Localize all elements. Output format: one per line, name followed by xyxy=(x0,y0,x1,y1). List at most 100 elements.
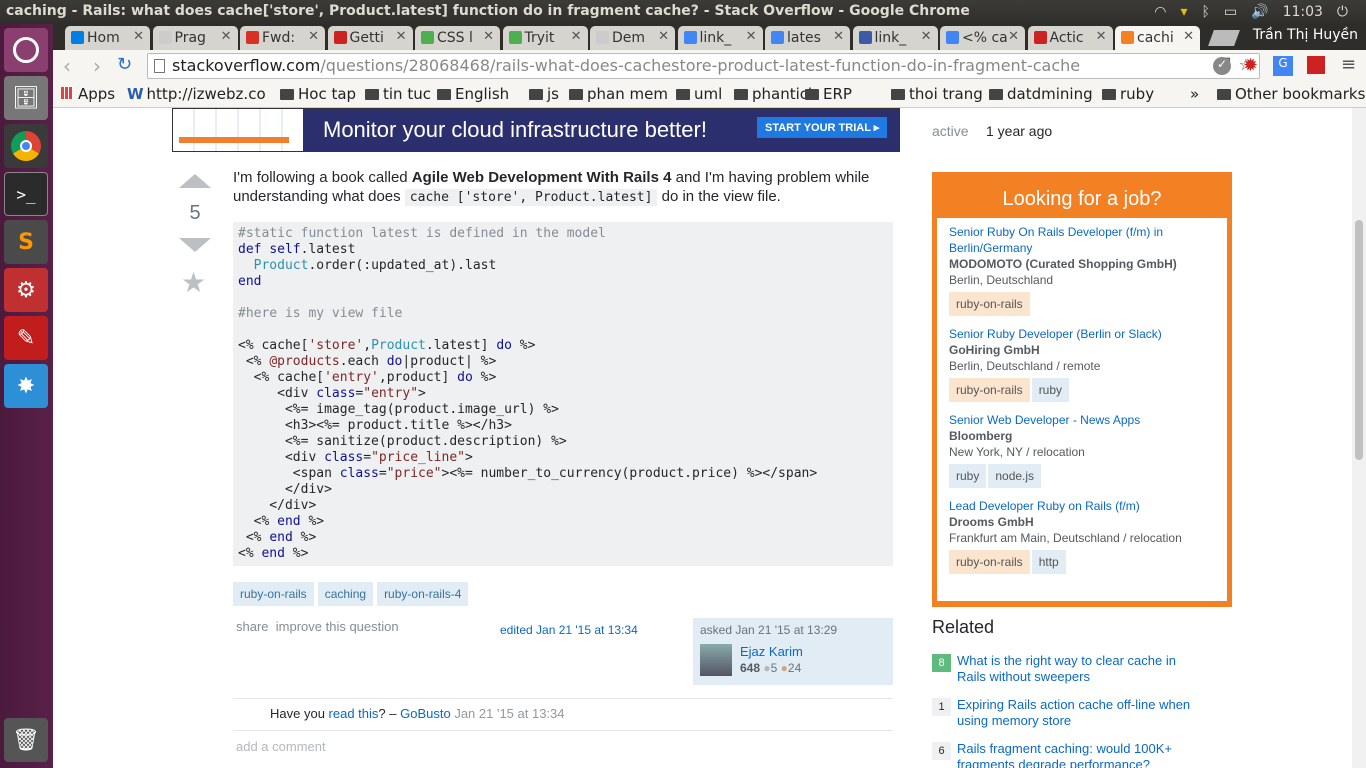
tab-4[interactable]: CSS l ✕ xyxy=(415,26,500,50)
network-icon[interactable]: ▾ xyxy=(1180,4,1187,20)
reload-icon[interactable]: ↻ xyxy=(117,54,132,75)
trash-icon[interactable]: 🗑 xyxy=(4,718,48,762)
job-title-link[interactable]: Lead Developer Ruby on Rails (f/m) xyxy=(949,498,1216,514)
tab-close-icon[interactable]: ✕ xyxy=(483,29,494,44)
app-icon[interactable]: ✸ xyxy=(4,364,48,408)
vote-up-button[interactable] xyxy=(179,174,211,188)
extension-check-icon[interactable]: ✓ xyxy=(1213,57,1231,75)
tag-ruby-on-rails[interactable]: ruby-on-rails xyxy=(233,582,314,606)
volume-icon[interactable]: 🔊 xyxy=(1251,4,1268,20)
tab-6[interactable]: Dem ✕ xyxy=(590,26,675,50)
tab-5[interactable]: Tryit ✕ xyxy=(502,26,588,50)
favorite-star-icon[interactable]: ★ xyxy=(181,266,206,299)
tab-7[interactable]: link_ ✕ xyxy=(677,26,763,50)
files-icon[interactable]: 🗄 xyxy=(4,76,48,120)
address-bar[interactable]: stackoverflow.com/questions/28068468/rai… xyxy=(147,53,1260,79)
ubuntu-dash-icon[interactable] xyxy=(4,28,48,72)
related-link[interactable]: Expiring Rails action cache off-line whe… xyxy=(957,697,1207,729)
bookmark-apps[interactable]: Apps xyxy=(61,85,115,103)
tab-close-icon[interactable]: ✕ xyxy=(1008,29,1019,44)
tab-9[interactable]: link_ ✕ xyxy=(852,26,938,50)
tab-close-icon[interactable]: ✕ xyxy=(308,29,319,44)
forward-icon[interactable]: › xyxy=(93,54,101,78)
tab-2[interactable]: Fwd: ✕ xyxy=(240,26,325,50)
translate-icon[interactable]: G xyxy=(1273,56,1293,76)
bookmark-folder[interactable]: ruby xyxy=(1102,85,1154,103)
extension-grid-icon[interactable] xyxy=(1307,56,1325,74)
tag-caching[interactable]: caching xyxy=(317,582,374,606)
comment-link[interactable]: read this xyxy=(329,706,379,721)
related-link[interactable]: Rails fragment caching: would 100K+ frag… xyxy=(957,741,1207,768)
bookmark-folder[interactable]: uml xyxy=(676,85,722,103)
tab-1[interactable]: Prag ✕ xyxy=(152,26,238,50)
back-icon[interactable]: ‹ xyxy=(63,54,71,78)
bookmark-folder[interactable]: tin tuc xyxy=(365,85,431,103)
terminal-icon[interactable]: >_ xyxy=(4,172,48,216)
bookmark-folder[interactable]: datdmining xyxy=(989,85,1093,103)
bookmark-folder[interactable]: phan mem xyxy=(569,85,668,103)
page-scrollbar[interactable] xyxy=(1352,108,1366,768)
tab-close-icon[interactable]: ✕ xyxy=(1096,29,1107,44)
tab-3[interactable]: Getti ✕ xyxy=(327,26,413,50)
job-tag[interactable]: ruby-on-rails xyxy=(949,550,1030,574)
comment-author[interactable]: GoBusto xyxy=(400,706,451,721)
battery-icon[interactable]: ▭ xyxy=(1224,4,1237,20)
avatar[interactable] xyxy=(700,644,732,676)
ad-banner[interactable]: Monitor your cloud infrastructure better… xyxy=(172,108,900,152)
tab-close-icon[interactable]: ✕ xyxy=(571,29,582,44)
edited-link[interactable]: edited Jan 21 '15 at 13:34 xyxy=(500,623,638,637)
bookmark-folder[interactable]: thoi trang xyxy=(891,85,983,103)
improve-link[interactable]: improve this question xyxy=(276,619,399,634)
tab-close-icon[interactable]: ✕ xyxy=(833,29,844,44)
new-tab-button[interactable] xyxy=(1208,30,1240,46)
share-link[interactable]: share xyxy=(236,619,269,634)
tab-10[interactable]: <% ca ✕ xyxy=(940,26,1025,50)
related-link[interactable]: What is the right way to clear cache in … xyxy=(957,653,1207,685)
job-tag[interactable]: ruby xyxy=(949,464,987,488)
settings-icon[interactable]: ⚙ xyxy=(4,268,48,312)
bookmark-folder[interactable]: Hoc tap xyxy=(280,85,356,103)
tab-close-icon[interactable]: ✕ xyxy=(396,29,407,44)
job-tag[interactable]: http xyxy=(1031,550,1066,574)
bluetooth-icon[interactable]: ᛒ xyxy=(1201,4,1209,20)
tag-ruby-on-rails-4[interactable]: ruby-on-rails-4 xyxy=(377,582,469,606)
clock[interactable]: 11:03 xyxy=(1283,4,1323,20)
sublime-text-icon[interactable]: S xyxy=(4,220,48,264)
job-tag[interactable]: node.js xyxy=(988,464,1042,488)
ad-cta-button[interactable]: START YOUR TRIAL ▸ xyxy=(757,117,888,138)
bookmark-folder[interactable]: js xyxy=(529,85,559,103)
job-tag[interactable]: ruby-on-rails xyxy=(949,378,1030,402)
user-name[interactable]: Ejaz Karim xyxy=(740,644,803,659)
profile-name[interactable]: Trần Thị Huyền xyxy=(1253,27,1358,43)
tab-close-icon[interactable]: ✕ xyxy=(133,29,144,44)
job-title-link[interactable]: Senior Ruby On Rails Developer (f/m) in … xyxy=(949,224,1216,256)
chrome-icon[interactable] xyxy=(4,124,48,168)
bookmarks-more[interactable]: » xyxy=(1190,85,1199,103)
tab-11[interactable]: Actic ✕ xyxy=(1027,26,1113,50)
tab-0[interactable]: Hom ✕ xyxy=(65,26,150,50)
tab-close-icon[interactable]: ✕ xyxy=(921,29,932,44)
add-comment-link[interactable]: add a comment xyxy=(236,739,326,754)
tab-12[interactable]: cachi ✕ xyxy=(1115,26,1200,50)
job-tag[interactable]: ruby xyxy=(1031,378,1070,402)
extension-bug-icon[interactable]: ✹ xyxy=(1243,55,1258,76)
job-title-link[interactable]: Senior Ruby Developer (Berlin or Slack) xyxy=(949,326,1216,342)
tab-close-icon[interactable]: ✕ xyxy=(1183,29,1194,44)
bookmark-folder[interactable]: English xyxy=(437,85,509,103)
bookmark-izwebz[interactable]: Whttp://izwebz.co xyxy=(127,85,266,103)
job-company: Drooms GmbH xyxy=(949,515,1034,529)
job-title-link[interactable]: Senior Web Developer - News Apps xyxy=(949,412,1216,428)
job-tag[interactable]: ruby-on-rails xyxy=(949,292,1030,316)
vote-down-button[interactable] xyxy=(179,238,211,252)
power-icon[interactable]: ⏻ xyxy=(1337,4,1348,20)
pdf-reader-icon[interactable]: ✎ xyxy=(4,316,48,360)
menu-icon[interactable]: ≡ xyxy=(1341,54,1356,75)
wifi-icon[interactable]: ◠ xyxy=(1154,4,1166,20)
bookmark-other[interactable]: Other bookmarks xyxy=(1217,85,1365,103)
tab-8[interactable]: lates ✕ xyxy=(765,26,850,50)
bookmark-folder[interactable]: ERP xyxy=(805,85,852,103)
tab-close-icon[interactable]: ✕ xyxy=(746,29,757,44)
tab-close-icon[interactable]: ✕ xyxy=(658,29,669,44)
scrollbar-thumb[interactable] xyxy=(1355,220,1363,460)
tab-close-icon[interactable]: ✕ xyxy=(221,29,232,44)
